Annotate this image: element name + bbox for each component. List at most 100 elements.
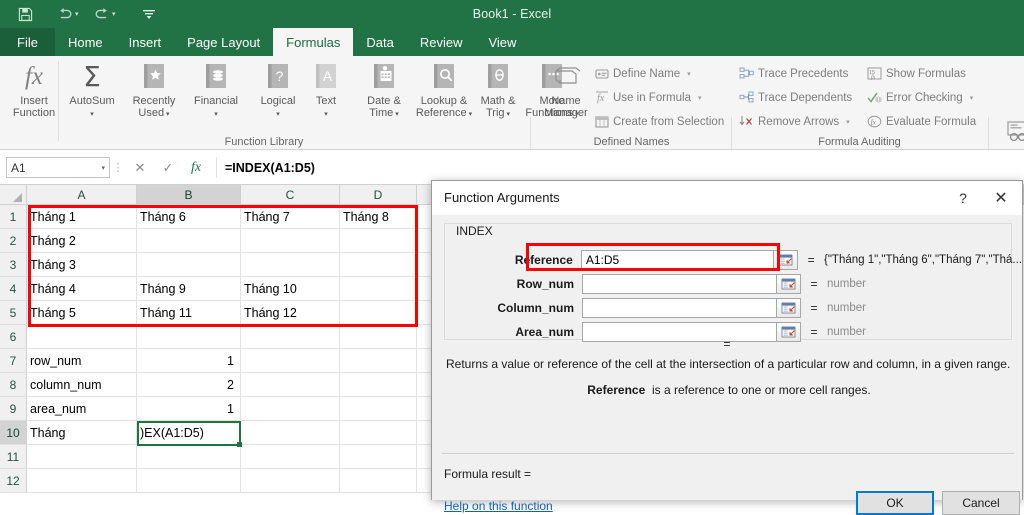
tab-data[interactable]: Data [353,28,406,56]
use-in-formula-button[interactable]: fx Use in Formula ▾ [594,87,701,108]
autosum-button[interactable]: Σ AutoSum ▾ [60,60,124,130]
show-formulas-button[interactable]: 15 fx Show Formulas [867,63,966,84]
redo-dropdown-icon[interactable]: ▾ [112,0,124,28]
customize-quick-access-icon[interactable] [134,0,164,28]
cell-d11[interactable] [340,445,417,469]
row-header-10[interactable]: 10 [0,421,27,445]
cell-d7[interactable] [340,349,417,373]
cell-d9[interactable] [340,397,417,421]
use-in-formula-dropdown-icon[interactable]: ▾ [698,94,702,102]
cell-c11[interactable] [241,445,340,469]
help-on-this-function-link[interactable]: Help on this function [444,499,553,513]
formula-input[interactable]: =INDEX(A1:D5) [216,157,1018,178]
math-trig-dropdown-icon[interactable]: ▾ [505,111,510,118]
column-header-a[interactable]: A [27,185,137,205]
cell-a10[interactable]: Tháng [27,421,137,445]
evaluate-formula-button[interactable]: fx Evaluate Formula [867,111,976,132]
tab-review[interactable]: Review [407,28,476,56]
date-time-dropdown-icon[interactable]: ▾ [393,111,399,118]
cell-c3[interactable] [241,253,340,277]
cell-a1[interactable]: Tháng 1 [27,205,137,229]
row-header-8[interactable]: 8 [0,373,27,397]
cell-b6[interactable] [137,325,241,349]
cell-c5[interactable]: Tháng 12 [241,301,340,325]
cell-b10[interactable]: )EX(A1:D5) [137,421,241,445]
name-box-dropdown-icon[interactable]: ▾ [101,164,105,172]
cell-c10[interactable] [241,421,340,445]
cell-a12[interactable] [27,469,137,493]
row-header-4[interactable]: 4 [0,277,27,301]
name-manager-button[interactable]: Name Manager [534,60,598,130]
cell-a3[interactable]: Tháng 3 [27,253,137,277]
cell-c9[interactable] [241,397,340,421]
cell-d3[interactable] [340,253,417,277]
cell-b9[interactable]: 1 [137,397,241,421]
row-header-2[interactable]: 2 [0,229,27,253]
cell-c6[interactable] [241,325,340,349]
close-x-icon[interactable]: ✕ [980,181,1022,215]
tab-insert[interactable]: Insert [116,28,175,56]
date-time-button[interactable]: Date & Time ▾ [352,60,416,130]
cell-a2[interactable]: Tháng 2 [27,229,137,253]
cell-d5[interactable] [340,301,417,325]
question-mark-icon[interactable]: ? [946,181,980,215]
define-name-dropdown-icon[interactable]: ▾ [687,70,691,78]
row-header-6[interactable]: 6 [0,325,27,349]
save-icon[interactable] [10,0,40,28]
tab-page-layout[interactable]: Page Layout [174,28,273,56]
row-header-7[interactable]: 7 [0,349,27,373]
cell-b3[interactable] [137,253,241,277]
cell-a5[interactable]: Tháng 5 [27,301,137,325]
cell-c1[interactable]: Tháng 7 [241,205,340,229]
select-all-button[interactable] [0,185,27,205]
cell-b11[interactable] [137,445,241,469]
cell-c4[interactable]: Tháng 10 [241,277,340,301]
collapse-dialog-icon-row-num[interactable] [777,274,801,294]
autosum-dropdown-icon[interactable]: ▾ [90,111,94,118]
recently-used-dropdown-icon[interactable]: ▾ [164,111,170,118]
cancel-x-icon[interactable]: ✕ [126,157,154,179]
cell-a7[interactable]: row_num [27,349,137,373]
create-from-selection-button[interactable]: Create from Selection [594,111,724,132]
error-checking-dropdown-icon[interactable]: ▾ [970,94,974,102]
row-header-5[interactable]: 5 [0,301,27,325]
logical-dropdown-icon[interactable]: ▾ [276,111,280,118]
recently-used-button[interactable]: Recently Used ▾ [122,60,186,130]
cell-c8[interactable] [241,373,340,397]
cell-c7[interactable] [241,349,340,373]
cell-a6[interactable] [27,325,137,349]
cell-b7[interactable]: 1 [137,349,241,373]
error-checking-button[interactable]: Error Checking ▾ [867,87,973,108]
cell-a9[interactable]: area_num [27,397,137,421]
arg-input-reference[interactable]: A1:D5 [580,250,775,270]
cell-a8[interactable]: column_num [27,373,137,397]
text-button[interactable]: A Text ▾ [300,60,352,130]
collapse-dialog-icon-column-num[interactable] [777,298,801,318]
cell-b2[interactable] [137,229,241,253]
enter-check-icon[interactable]: ✓ [154,157,182,179]
cell-b4[interactable]: Tháng 9 [137,277,241,301]
row-header-3[interactable]: 3 [0,253,27,277]
collapse-dialog-icon-reference[interactable] [774,250,799,270]
cell-d10[interactable] [340,421,417,445]
arg-input-column-num[interactable] [582,298,777,318]
tab-formulas[interactable]: Formulas [273,28,354,56]
row-header-1[interactable]: 1 [0,205,27,229]
column-header-b[interactable]: B [137,185,241,205]
cell-d2[interactable] [340,229,417,253]
cancel-button[interactable]: Cancel [942,491,1020,515]
cell-c12[interactable] [241,469,340,493]
cell-d12[interactable] [340,469,417,493]
row-header-11[interactable]: 11 [0,445,27,469]
tab-view[interactable]: View [475,28,529,56]
define-name-button[interactable]: Define Name ▾ [594,63,691,84]
cell-a4[interactable]: Tháng 4 [27,277,137,301]
insert-function-button[interactable]: fx Insert Function [2,60,66,130]
cell-d4[interactable] [340,277,417,301]
cell-b1[interactable]: Tháng 6 [137,205,241,229]
cell-c2[interactable] [241,229,340,253]
row-header-12[interactable]: 12 [0,469,27,493]
cell-b5[interactable]: Tháng 11 [137,301,241,325]
column-header-c[interactable]: C [241,185,340,205]
row-header-9[interactable]: 9 [0,397,27,421]
